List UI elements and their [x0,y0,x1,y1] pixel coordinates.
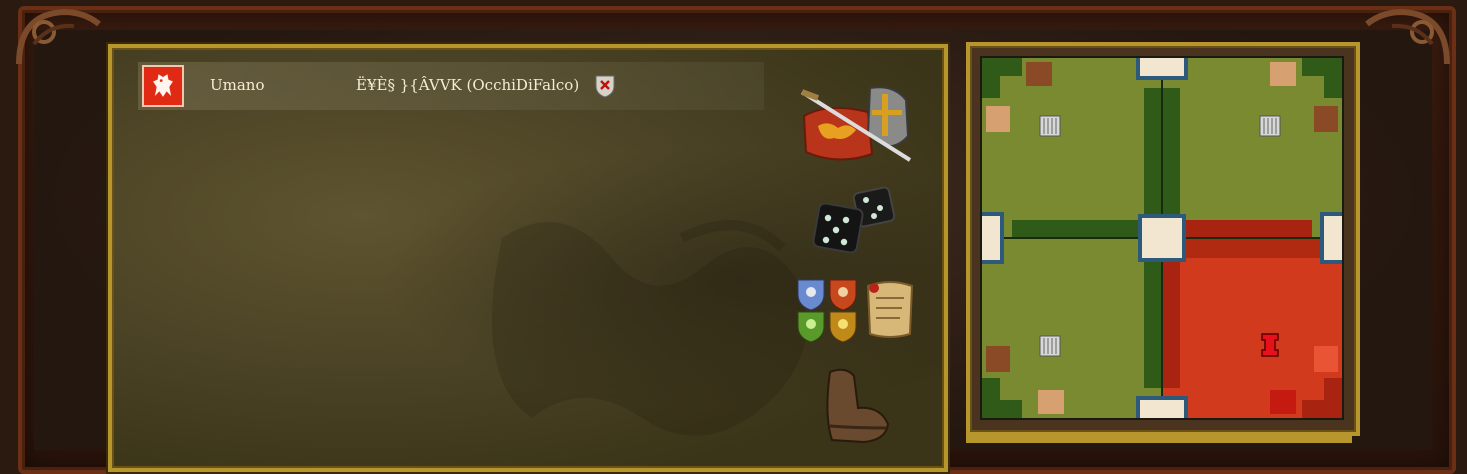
player-flag-lion-icon[interactable] [142,65,184,107]
lobby-players-panel: Umano Ë¥È§ }{ÂVVK (OcchiDiFalco) [108,44,948,472]
lower-panel-edge [966,433,1352,443]
team-shields-icon[interactable] [796,278,860,344]
kick-player-icon[interactable] [594,74,616,98]
player-race-label[interactable]: Umano [210,76,265,94]
ornament-corner-left [14,4,104,74]
ornament-corner-right [1362,4,1452,74]
dice-icon[interactable] [812,186,900,258]
heraldry-sword-helmet-icon[interactable] [798,82,914,168]
kick-boot-icon[interactable] [816,366,894,446]
player-name-label: Ë¥È§ }{ÂVVK (OcchiDiFalco) [356,76,580,94]
player-slot-row[interactable]: Umano Ë¥È§ }{ÂVVK (OcchiDiFalco) [138,62,764,110]
minimap-panel [966,42,1360,436]
scroll-map-icon[interactable] [864,278,916,340]
minimap[interactable] [980,56,1344,420]
